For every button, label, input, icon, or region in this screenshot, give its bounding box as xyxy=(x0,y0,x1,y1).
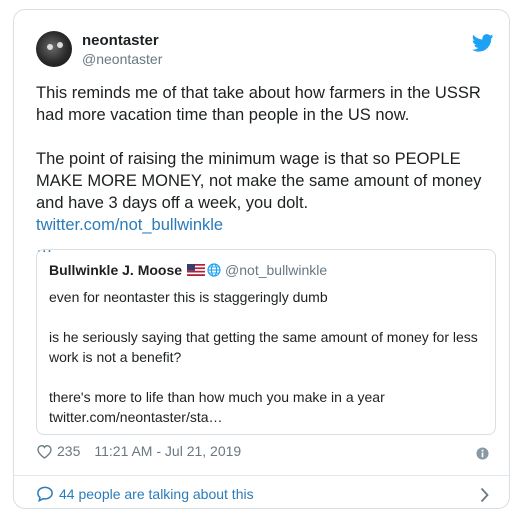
conversation-label: 44 people are talking about this xyxy=(59,486,254,502)
tweet-paragraph-text: The point of raising the minimum wage is… xyxy=(36,150,482,212)
avatar-detail xyxy=(47,44,53,50)
quoted-author-name: Bullwinkle J. Moose xyxy=(49,262,183,278)
like-count[interactable]: 235 xyxy=(57,443,80,459)
tweet-link[interactable]: twitter.com/not_bullwinkle xyxy=(36,216,223,234)
quoted-tweet-text: even for neontaster this is staggeringly… xyxy=(49,287,485,447)
tweet-paragraph: This reminds me of that take about how f… xyxy=(36,84,481,124)
us-flag-icon xyxy=(187,264,206,276)
quoted-line: is he seriously saying that getting the … xyxy=(49,329,478,365)
quoted-line: there's more to life than how much you m… xyxy=(49,389,385,405)
embedded-tweet-card: neontaster @neontaster This reminds me o… xyxy=(13,9,510,509)
tweet-header: neontaster @neontaster xyxy=(36,26,496,78)
quoted-author-handle: @not_bullwinkle xyxy=(225,262,328,278)
divider xyxy=(14,475,509,476)
quoted-tweet-header: Bullwinkle J. Moose @not_bullwinkle xyxy=(49,262,327,278)
avatar[interactable] xyxy=(36,31,72,67)
conversation-link[interactable]: 44 people are talking about this xyxy=(36,486,254,502)
quoted-line: even for neontaster this is staggeringly… xyxy=(49,289,328,305)
tweet-timestamp[interactable]: 11:21 AM - Jul 21, 2019 xyxy=(94,443,241,459)
twitter-bird-icon[interactable] xyxy=(472,34,494,52)
comment-bubble-icon xyxy=(37,486,53,502)
chevron-right-icon[interactable] xyxy=(480,487,489,503)
quoted-line: twitter.com/neontaster/sta… xyxy=(49,409,223,425)
author-name[interactable]: neontaster xyxy=(82,32,159,49)
globe-icon xyxy=(207,263,221,277)
avatar-detail xyxy=(57,42,63,48)
tweet-meta: 235 11:21 AM - Jul 21, 2019 xyxy=(36,443,241,459)
tweet-paragraph: The point of raising the minimum wage is… xyxy=(36,148,498,258)
info-icon[interactable] xyxy=(476,447,489,460)
heart-icon[interactable] xyxy=(36,444,53,459)
quoted-tweet[interactable]: Bullwinkle J. Moose @not_bullwinkle even… xyxy=(36,249,496,435)
author-handle[interactable]: @neontaster xyxy=(82,51,162,67)
